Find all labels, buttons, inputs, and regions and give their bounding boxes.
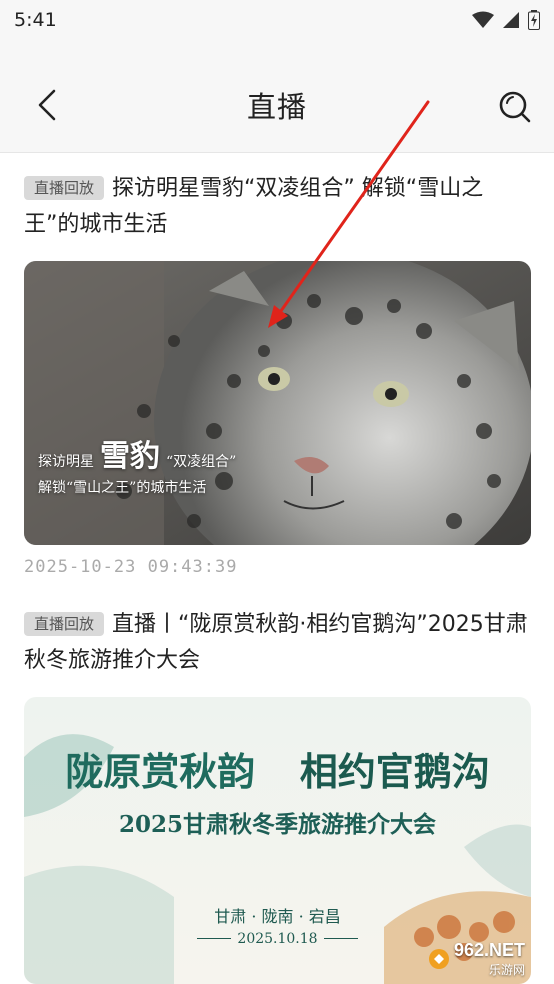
status-time: 5:41 [14,9,57,31]
status-icons [472,10,540,30]
snow-leopard-image [24,261,531,545]
watermark-brand: 962.NET [453,940,525,960]
caption-line2: 解锁“雪山之王”的城市生活 [38,480,207,496]
site-watermark: 962.NET 乐游网 [428,940,525,978]
page-title: 直播 [246,90,307,124]
article-title[interactable]: 直播回放 直播丨“陇原赏秋韵·相约官鹅沟”2025甘肃秋冬旅游推介大会 [24,607,534,679]
replay-badge: 直播回放 [24,176,105,200]
search-button[interactable] [496,88,534,126]
watermark-logo-icon [428,949,449,969]
article-thumbnail[interactable]: 探访明星 雪豹 “双凌组合” 解锁“雪山之王”的城市生活 [24,261,531,545]
replay-badge: 直播回放 [24,612,105,636]
caption-big: 雪豹 [100,439,160,474]
wifi-icon [472,11,494,28]
article-title[interactable]: 直播回放 探访明星雪豹“双凌组合” 解锁“雪山之王”的城市生活 [24,171,534,243]
promo-headline-right: 相约官鹅沟 [299,749,490,794]
image-caption: 探访明星 雪豹 “双凌组合” 解锁“雪山之王”的城市生活 [38,431,236,497]
article-timestamp: 2025-10-23 09:43:39 [24,557,238,577]
promo-date: 2025.10.18 [237,931,318,947]
battery-icon [528,10,540,30]
nav-bar: 直播 [0,40,554,153]
watermark-sub: 乐游网 [488,963,525,977]
promo-headline-left: 陇原赏秋韵 [65,749,256,794]
search-icon [499,91,531,123]
article-thumbnail[interactable]: 陇原赏秋韵 相约官鹅沟 2025甘肃秋冬季旅游推介大会 甘肃 · 陇南 · 宕昌… [24,697,531,984]
status-bar: 5:41 [0,0,554,40]
cell-signal-icon [503,12,519,28]
promo-subtitle: 2025甘肃秋冬季旅游推介大会 [118,811,436,838]
caption-suffix: “双凌组合” [166,454,237,470]
caption-prefix: 探访明星 [38,454,94,470]
promo-places: 甘肃 · 陇南 · 宕昌 [214,907,341,926]
